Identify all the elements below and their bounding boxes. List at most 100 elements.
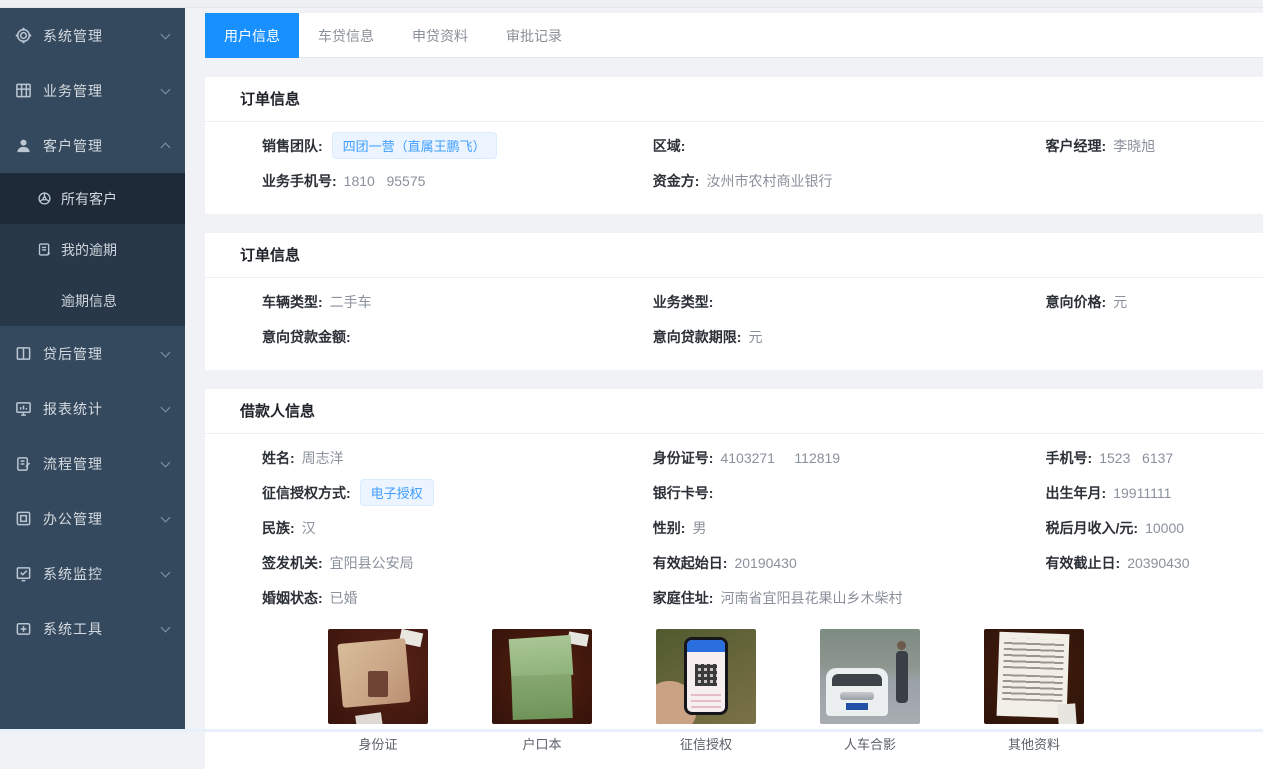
sidebar-item-label: 逾期信息 — [61, 291, 117, 311]
sidebar-item-label: 系统工具 — [43, 619, 162, 639]
gear-icon — [15, 27, 32, 44]
tab-user-info[interactable]: 用户信息 — [205, 13, 299, 58]
clipboard-pencil-icon — [15, 455, 32, 472]
photo-id-card[interactable]: 身份证 — [328, 629, 428, 753]
tab-approval-records[interactable]: 审批记录 — [487, 13, 581, 58]
field-label: 征信授权方式: — [262, 483, 351, 503]
detail-tabs: 用户信息 车贷信息 申贷资料 审批记录 — [205, 13, 1263, 58]
chevron-down-icon — [161, 29, 171, 39]
chevron-down-icon — [161, 622, 171, 632]
sidebar-item-report-statistics[interactable]: 报表统计 — [0, 381, 185, 436]
monitor-icon — [15, 400, 32, 417]
field-value: 元 — [1113, 292, 1127, 312]
document-photo-thumbnail[interactable] — [984, 629, 1084, 724]
chevron-down-icon — [161, 347, 171, 357]
field-value: 元 — [748, 327, 762, 347]
photo-caption: 身份证 — [328, 734, 428, 753]
field-region: 区域: — [653, 136, 1046, 156]
field-label: 客户经理: — [1046, 136, 1107, 156]
field-label: 民族: — [262, 518, 295, 538]
field-label: 手机号: — [1046, 448, 1093, 468]
loan-intent-card: 订单信息 车辆类型: 二手车 业务类型: 意向价格: 元 意向贷款金额: — [205, 233, 1263, 370]
credit-auth-tag: 电子授权 — [360, 479, 434, 506]
card-title: 借款人信息 — [205, 389, 1263, 434]
field-mobile: 手机号: 1523 6137 — [1046, 448, 1239, 468]
field-value: 周志洋 — [302, 448, 344, 468]
sidebar-item-system-tools[interactable]: 系统工具 — [0, 601, 185, 656]
field-label: 有效截止日: — [1046, 553, 1121, 573]
field-label: 意向贷款期限: — [653, 327, 742, 347]
field-label: 区域: — [653, 136, 686, 156]
main-content: 用户信息 车贷信息 申贷资料 审批记录 订单信息 销售团队: 四团一营（直属王鹏… — [185, 8, 1263, 732]
sidebar-item-label: 系统监控 — [43, 564, 162, 584]
photo-household-booklet[interactable]: 户口本 — [492, 629, 592, 753]
sidebar-item-system-monitor[interactable]: 系统监控 — [0, 546, 185, 601]
photo-caption: 其他资料 — [984, 734, 1084, 753]
field-label: 销售团队: — [262, 136, 323, 156]
field-value: 河南省宜阳县花果山乡木柴村 — [720, 588, 902, 608]
field-label: 姓名: — [262, 448, 295, 468]
person-car-photo-thumbnail[interactable] — [820, 629, 920, 724]
sidebar-item-system-management[interactable]: 系统管理 — [0, 8, 185, 63]
field-label: 有效起始日: — [653, 553, 728, 573]
field-label: 家庭住址: — [653, 588, 714, 608]
user-icon — [15, 137, 32, 154]
field-issuing-authority: 签发机关: 宜阳县公安局 — [262, 553, 653, 573]
photo-caption: 户口本 — [492, 734, 592, 753]
field-value: 二手车 — [330, 292, 372, 312]
field-name: 姓名: 周志洋 — [262, 448, 653, 468]
field-label: 身份证号: — [653, 448, 714, 468]
sidebar-item-label: 流程管理 — [43, 454, 162, 474]
field-value: 宜阳县公安局 — [330, 553, 414, 573]
tab-loan-application-docs[interactable]: 申贷资料 — [393, 13, 487, 58]
chevron-up-icon — [161, 143, 171, 153]
sidebar-item-my-overdue[interactable]: 我的逾期 — [0, 224, 185, 275]
field-value: 20190430 — [734, 555, 796, 571]
field-bank-card: 银行卡号: — [653, 483, 1046, 503]
field-valid-to: 有效截止日: 20390430 — [1046, 553, 1239, 573]
credit-auth-photo-thumbnail[interactable] — [656, 629, 756, 724]
photo-person-with-car[interactable]: 人车合影 — [820, 629, 920, 753]
field-label: 车辆类型: — [262, 292, 323, 312]
sidebar-item-label: 我的逾期 — [61, 240, 117, 260]
field-marital-status: 婚姻状态: 已婚 — [262, 588, 653, 608]
field-business-phone: 业务手机号: 1810 95575 — [262, 171, 653, 191]
sidebar-item-all-customers[interactable]: 所有客户 — [0, 173, 185, 224]
field-value: 19911111 — [1113, 485, 1171, 501]
photo-credit-auth[interactable]: 征信授权 — [656, 629, 756, 753]
sidebar-item-label: 客户管理 — [43, 136, 162, 156]
order-info-card: 订单信息 销售团队: 四团一营（直属王鹏飞） 区域: 客户经理: 李晓旭 业务手 — [205, 77, 1263, 214]
grid-icon — [15, 82, 32, 99]
nested-square-icon — [15, 510, 32, 527]
sidebar-item-process-management[interactable]: 流程管理 — [0, 436, 185, 491]
field-label: 资金方: — [653, 171, 700, 191]
sidebar-item-business-management[interactable]: 业务管理 — [0, 63, 185, 118]
photo-caption: 人车合影 — [820, 734, 920, 753]
field-birth-date: 出生年月: 19911111 — [1046, 483, 1239, 503]
sidebar-item-overdue-info[interactable]: 逾期信息 — [0, 275, 185, 326]
chevron-down-icon — [161, 84, 171, 94]
tab-car-loan-info[interactable]: 车贷信息 — [299, 13, 393, 58]
field-intended-loan-term: 意向贷款期限: 元 — [653, 327, 1046, 347]
monitor-check-icon — [15, 565, 32, 582]
field-account-manager: 客户经理: 李晓旭 — [1046, 136, 1239, 156]
sidebar-item-customer-management[interactable]: 客户管理 — [0, 118, 185, 173]
field-value: 1810 95575 — [344, 173, 426, 189]
chevron-down-icon — [161, 567, 171, 577]
field-id-number: 身份证号: 4103271 112819 — [653, 448, 1046, 468]
photo-other-document[interactable]: 其他资料 — [984, 629, 1084, 753]
field-credit-auth-method: 征信授权方式: 电子授权 — [262, 479, 653, 506]
chevron-down-icon — [161, 512, 171, 522]
customer-submenu: 所有客户 我的逾期 逾期信息 — [0, 173, 185, 326]
field-label: 意向贷款金额: — [262, 327, 351, 347]
field-label: 签发机关: — [262, 553, 323, 573]
id-card-photo-thumbnail[interactable] — [328, 629, 428, 724]
field-vehicle-type: 车辆类型: 二手车 — [262, 292, 653, 312]
field-value: 1523 6137 — [1099, 450, 1173, 466]
household-booklet-photo-thumbnail[interactable] — [492, 629, 592, 724]
sidebar-item-office-management[interactable]: 办公管理 — [0, 491, 185, 546]
sidebar-item-postloan-management[interactable]: 贷后管理 — [0, 326, 185, 381]
field-intended-loan-amount: 意向贷款金额: — [262, 327, 653, 347]
wheel-icon — [37, 191, 52, 206]
photo-caption: 征信授权 — [656, 734, 756, 753]
